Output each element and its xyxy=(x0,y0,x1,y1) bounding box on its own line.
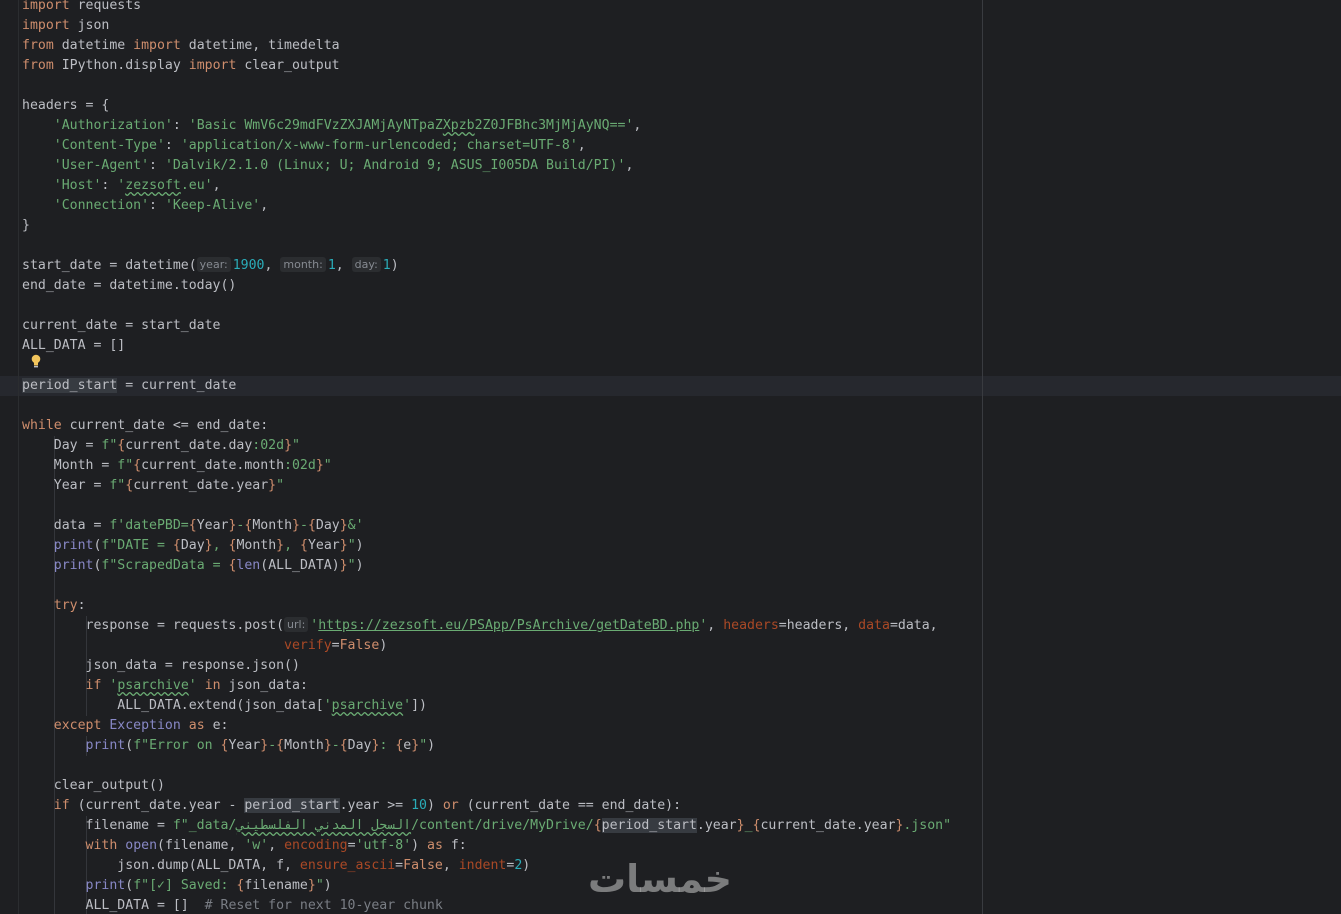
code-line: ALL_DATA.extend(json_data['psarchive']) xyxy=(22,698,427,713)
code-line: current_date = start_date xyxy=(22,318,221,333)
code-line: from datetime import datetime, timedelta xyxy=(22,38,340,53)
code-line: Year = f"{current_date.year}" xyxy=(22,478,285,493)
code-line: json_data = response.json() xyxy=(22,658,300,673)
code-line: import requests xyxy=(22,0,142,13)
param-hint-year: year: xyxy=(196,257,231,272)
code-line: try: xyxy=(53,598,86,613)
code-line: print(f"[✓] Saved: {filename}") xyxy=(85,878,332,893)
code-line: import json xyxy=(22,18,110,33)
code-line: filename = f"_data/السجل المدني الفلسطين… xyxy=(22,818,952,833)
code-line: 'Host': 'zezsoft.eu', xyxy=(53,178,221,193)
code-line: clear_output() xyxy=(22,778,165,793)
code-line: response = requests.post(url:'https://ze… xyxy=(22,617,938,633)
gutter-divider xyxy=(18,0,19,914)
code-line: 'Authorization': 'Basic WmV6c29mdFVzZXJA… xyxy=(53,118,642,133)
param-hint-month: month: xyxy=(280,257,326,272)
code-area[interactable]: import requests import json from datetim… xyxy=(22,0,951,914)
code-line: 'Connection': 'Keep-Alive', xyxy=(53,198,269,213)
code-line: end_date = datetime.today() xyxy=(22,278,237,293)
code-line: while current_date <= end_date: xyxy=(22,418,269,433)
code-line: with open(filename, 'w', encoding='utf-8… xyxy=(85,838,467,853)
code-editor[interactable]: import requests import json from datetim… xyxy=(0,0,1341,914)
code-line: json.dump(ALL_DATA, f, ensure_ascii=Fals… xyxy=(22,858,531,873)
code-line: if (current_date.year - period_start.yea… xyxy=(53,798,682,813)
param-hint-url: url: xyxy=(284,617,309,632)
code-line: 'User-Agent': 'Dalvik/2.1.0 (Linux; U; A… xyxy=(53,158,634,173)
code-line: verify=False) xyxy=(284,638,388,653)
code-line: print(f"DATE = {Day}, {Month}, {Year}") xyxy=(53,538,364,553)
code-line: ALL_DATA = [] xyxy=(22,338,126,353)
arabic-folder-name: السجل المدني الفلسطيني xyxy=(236,818,412,833)
code-line: Month = f"{current_date.month:02d}" xyxy=(22,458,332,473)
right-margin-guide xyxy=(982,0,983,914)
code-line: data = f'datePBD={Year}-{Month}-{Day}&' xyxy=(22,518,364,533)
code-line: ALL_DATA = [] # Reset for next 10-year c… xyxy=(22,898,443,913)
code-line: from IPython.display import clear_output xyxy=(22,58,340,73)
code-line: 'Content-Type': 'application/x-www-form-… xyxy=(53,138,586,153)
code-line: print(f"Error on {Year}-{Month}-{Day}: {… xyxy=(85,738,436,753)
code-line: start_date = datetime(year: 1900, month: 1… xyxy=(22,257,399,273)
code-line: Day = f"{current_date.day:02d}" xyxy=(22,438,300,453)
code-line: if 'psarchive' in json_data: xyxy=(85,678,308,693)
code-line: except Exception as e: xyxy=(53,718,229,733)
code-line-current: period_start = current_date xyxy=(22,378,237,393)
code-line: headers = { xyxy=(22,98,110,113)
code-line: } xyxy=(22,218,30,233)
watermark-logo: خمسات xyxy=(588,857,732,901)
code-line: print(f"ScrapedData = {len(ALL_DATA)}") xyxy=(53,558,364,573)
param-hint-day: day: xyxy=(351,257,381,272)
